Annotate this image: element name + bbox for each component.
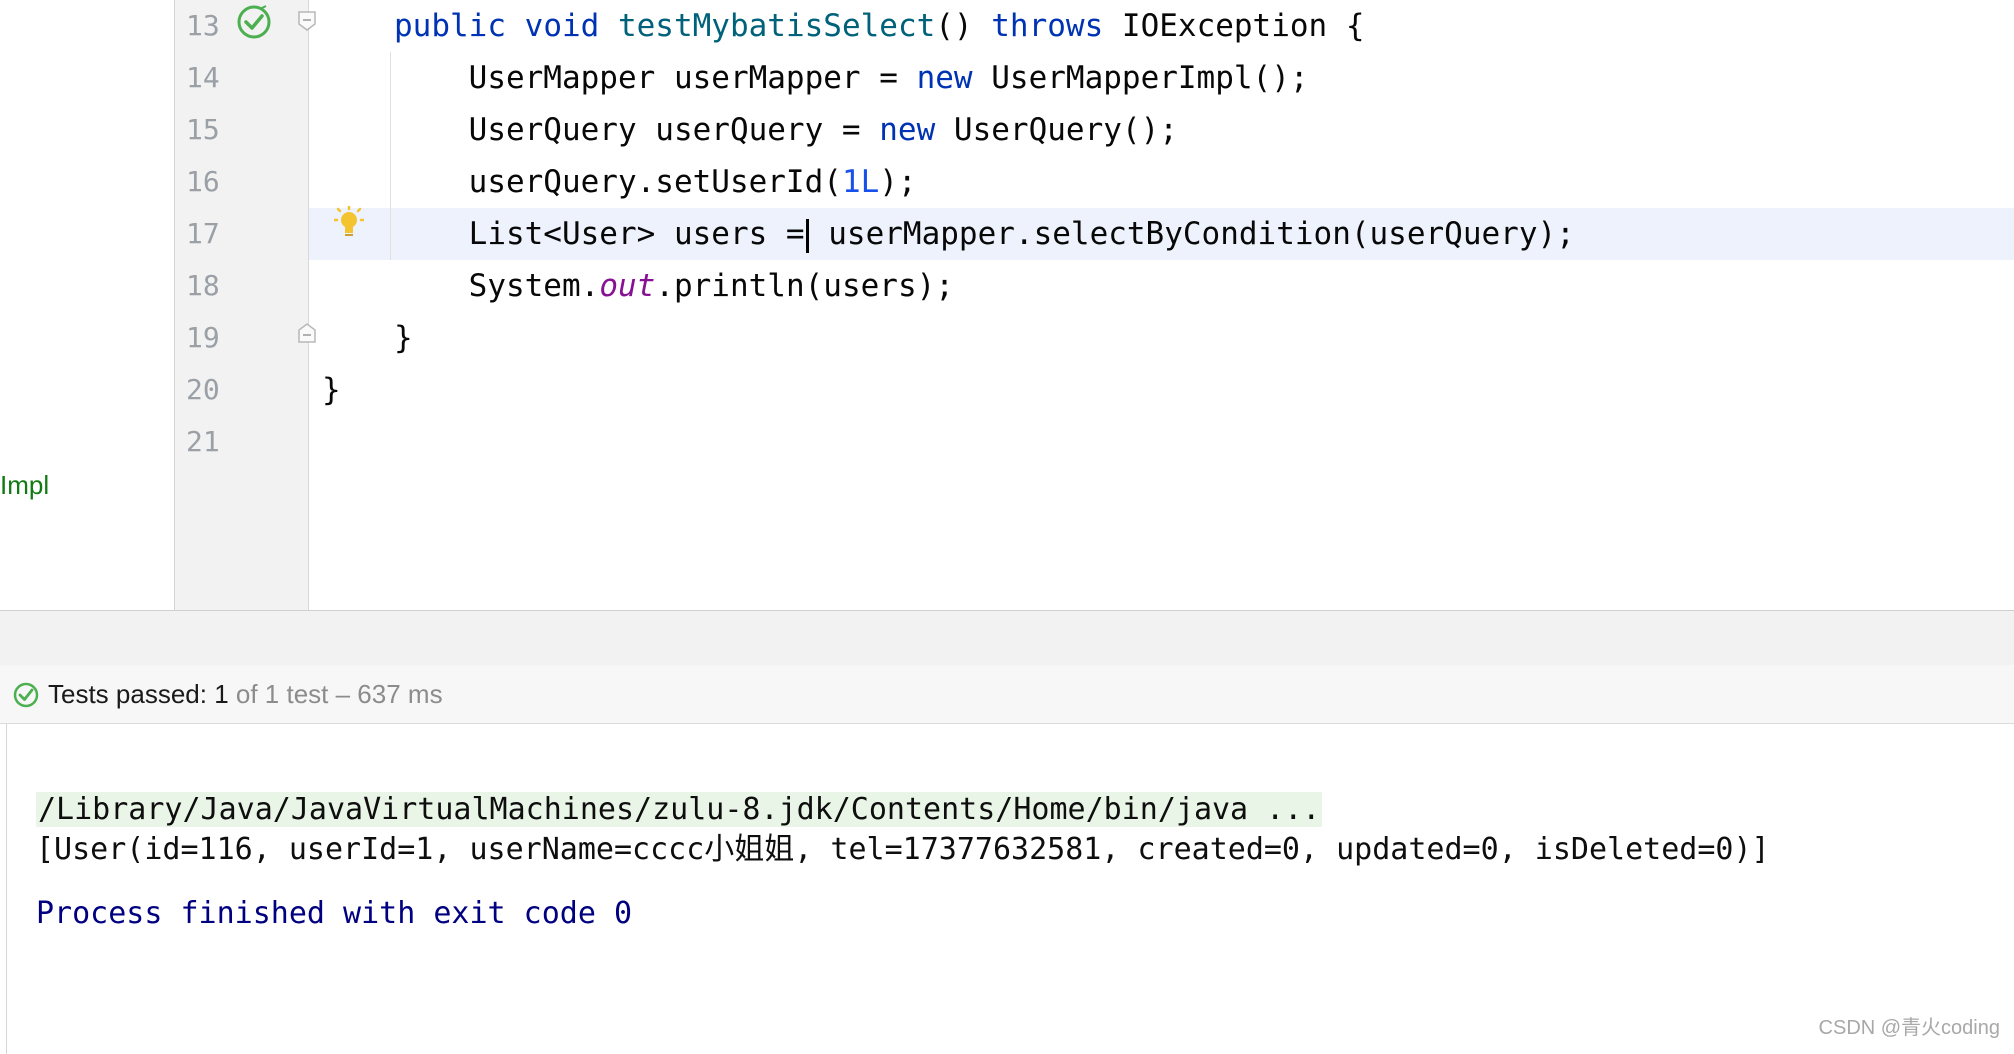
watermark: CSDN @青火coding: [1818, 1017, 2000, 1039]
code-token: System.: [394, 268, 600, 304]
test-passed-count: 1: [214, 679, 229, 709]
line-number: 17: [186, 217, 220, 250]
code-line[interactable]: UserQuery userQuery = new UserQuery();: [394, 104, 1178, 156]
code-token-fn: testMybatisSelect: [617, 8, 936, 44]
code-line[interactable]: }: [322, 364, 341, 416]
test-status-bar: Tests passed: 1 of 1 test – 637 ms: [0, 665, 2014, 724]
console-exit-line: Process finished with exit code 0: [36, 896, 633, 931]
console-command-text[interactable]: /Library/Java/JavaVirtualMachines/zulu-8…: [36, 792, 1323, 827]
indent-guide: [390, 52, 391, 260]
line-number: 19: [186, 321, 220, 354]
code-token: userQuery.setUserId(: [394, 164, 842, 200]
line-number: 20: [186, 373, 220, 406]
code-token-kw: throws: [991, 8, 1104, 44]
code-token: }: [322, 372, 341, 408]
line-number: 14: [186, 61, 220, 94]
project-tree-item-impl[interactable]: Impl: [0, 470, 49, 501]
code-editor[interactable]: Impl 13 public void testMybatisSelect() t…: [0, 0, 2014, 610]
code-token: .println(users);: [655, 268, 954, 304]
code-token-num: 1L: [841, 164, 880, 200]
code-token: UserMapper userMapper =: [394, 60, 917, 96]
code-token-kw: new: [879, 112, 936, 148]
code-token: UserQuery userQuery =: [394, 112, 880, 148]
code-line[interactable]: public void testMybatisSelect() throws I…: [394, 0, 1365, 52]
fold-marker-icon[interactable]: [296, 322, 318, 344]
run-console[interactable]: [0, 724, 2014, 1054]
code-token: IOException {: [1103, 8, 1365, 44]
code-token-kw: new: [916, 60, 973, 96]
line-number: 13: [186, 9, 220, 42]
test-status-label: Tests passed:: [48, 679, 215, 709]
code-line[interactable]: UserMapper userMapper = new UserMapperIm…: [394, 52, 1309, 104]
code-token-kw: void: [524, 8, 600, 44]
code-line[interactable]: }: [394, 312, 413, 364]
test-passed-check-icon: [13, 682, 39, 708]
code-token: UserMapperImpl();: [972, 60, 1309, 96]
code-token: }: [394, 320, 413, 356]
line-number: 21: [186, 425, 220, 458]
code-token-kw: public: [394, 8, 506, 44]
code-line[interactable]: userQuery.setUserId(1L);: [394, 156, 917, 208]
code-line[interactable]: System.out.println(users);: [394, 260, 954, 312]
code-token: List<User> users =: [394, 216, 805, 252]
code-token-field: out: [599, 268, 656, 304]
line-number: 18: [186, 269, 220, 302]
code-token: userMapper.selectByCondition(userQuery);: [809, 216, 1575, 252]
text-caret: [805, 218, 809, 253]
divider: [308, 0, 309, 610]
line-number: 16: [186, 165, 220, 198]
line-number: 15: [186, 113, 220, 146]
code-token: (): [935, 8, 992, 44]
intention-bulb-icon[interactable]: [334, 206, 364, 240]
run-passed-check-icon[interactable]: [236, 4, 272, 40]
project-tree-strip: Impl: [0, 0, 174, 610]
console-output-line: [User(id=116, userId=1, userName=cccc小姐姐…: [36, 832, 1770, 867]
code-token: );: [879, 164, 917, 200]
code-line[interactable]: List<User> users = userMapper.selectByCo…: [394, 208, 1575, 260]
panel-splitter[interactable]: [0, 610, 2014, 666]
test-status-detail: of 1 test – 637 ms: [228, 679, 443, 709]
code-token: UserQuery();: [935, 112, 1178, 148]
divider: [6, 724, 7, 1054]
fold-marker-icon[interactable]: [296, 10, 318, 32]
test-status-text: Tests passed: 1 of 1 test – 637 ms: [48, 665, 443, 723]
